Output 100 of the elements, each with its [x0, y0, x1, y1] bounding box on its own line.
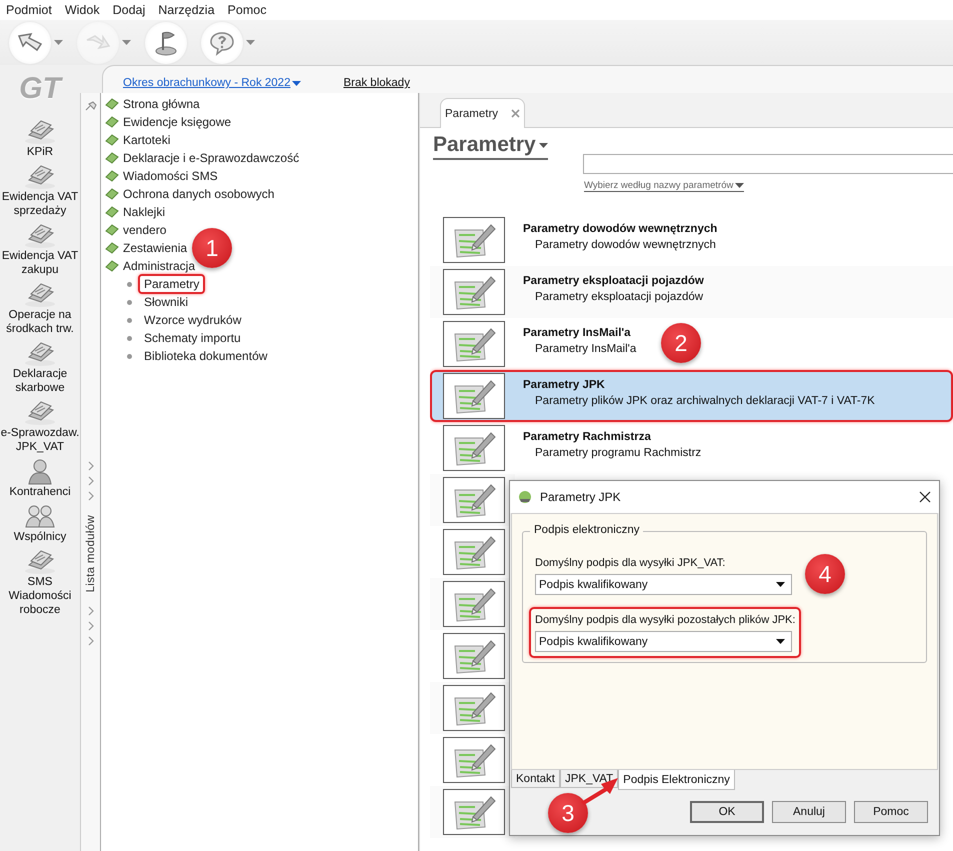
module-button[interactable]: e-Sprawozdaw. JPK_VAT	[0, 398, 80, 454]
dropdown-field[interactable]: Podpis kwalifikowany	[535, 574, 792, 595]
sheet-icon	[105, 206, 119, 218]
dropdown-caret-icon[interactable]	[246, 40, 255, 45]
tree-item[interactable]: vendero	[101, 221, 166, 239]
dialog-button[interactable]: Pomoc	[854, 801, 928, 823]
tab[interactable]: JPK_VAT	[560, 770, 618, 788]
menu-item[interactable]: Dodaj	[110, 3, 152, 17]
menu-item[interactable]: Widok	[62, 3, 107, 17]
parameter-row[interactable]: Parametry eksploatacji pojazdów Parametry eksploatacji pojazdów	[430, 266, 953, 318]
parameter-description: Parametry plików JPK oraz archiwalnych deklaracji VAT-7 i VAT-7K	[534, 395, 875, 407]
tree-item[interactable]: Strona główna	[101, 95, 200, 113]
period-link[interactable]: Okres obrachunkowy - Rok 2022	[123, 77, 302, 89]
app-logo-icon	[518, 490, 532, 504]
module-button[interactable]: Ewidencja VAT sprzedaży	[0, 162, 80, 218]
module-button[interactable]: KPiR	[0, 117, 80, 159]
sheet-pencil-icon	[443, 477, 505, 523]
sheet-icon	[105, 242, 119, 254]
sheet-pencil-icon	[443, 217, 505, 263]
module-button[interactable]: Ewidencja VAT zakupu	[0, 221, 80, 277]
toolbar-button[interactable]	[145, 22, 187, 64]
tab[interactable]: Podpis Elektroniczny	[618, 770, 735, 790]
menu-item[interactable]: Narzędzia	[156, 3, 222, 17]
tree-item[interactable]: Naklejki	[101, 203, 166, 221]
parameter-description: Parametry eksploatacji pojazdów	[534, 291, 704, 303]
toolbar-button[interactable]	[9, 22, 51, 64]
sheet-icon	[105, 152, 119, 164]
chevron-icon[interactable]	[86, 606, 94, 616]
page-heading[interactable]: Parametry	[433, 133, 548, 160]
field-label: Domyślny podpis dla wysyłki JPK_VAT:	[535, 556, 726, 570]
menu-item[interactable]: Pomoc	[226, 3, 274, 17]
caret-icon	[538, 142, 548, 148]
sheet-icon	[105, 188, 119, 200]
sheet-icon	[105, 116, 119, 128]
sheet-pencil-icon	[443, 529, 505, 575]
lock-status-link[interactable]: Brak blokady	[343, 77, 410, 89]
arrow-icon	[17, 32, 43, 54]
dropdown-field[interactable]: Podpis kwalifikowany	[535, 631, 792, 652]
step-badge: 2	[661, 323, 701, 363]
parameter-row[interactable]	[430, 474, 515, 526]
tree-item[interactable]: Zestawienia	[101, 239, 188, 257]
toolbar-button[interactable]	[201, 22, 243, 64]
tree-item[interactable]: Deklaracje i e-Sprawozdawczość	[101, 149, 300, 167]
parameter-row[interactable]: Parametry Rachmistrza Parametry programu Rachmistrz	[430, 422, 953, 474]
sheet-pencil-icon	[443, 581, 505, 627]
bullet-icon	[127, 354, 132, 358]
parameter-row[interactable]	[430, 786, 515, 838]
tree-item[interactable]: Wiadomości SMS	[101, 167, 218, 185]
chevron-icon[interactable]	[86, 621, 94, 632]
sheet-pencil-icon	[443, 321, 505, 367]
search-field[interactable]	[583, 154, 953, 174]
module-list-label[interactable]: Lista modułów	[84, 515, 96, 592]
parameter-title: Parametry eksploatacji pojazdów	[523, 275, 704, 287]
module-button[interactable]: Operacje na środkach trw.	[0, 280, 80, 336]
filter-link[interactable]: Wybierz według nazwy parametrów	[584, 180, 744, 192]
module-button[interactable]: SMS Wiadomości robocze	[0, 547, 80, 617]
tab[interactable]: Kontakt	[511, 770, 560, 788]
tree-item[interactable]: Biblioteka dokumentów	[138, 346, 274, 366]
module-button[interactable]: Wspólnicy	[0, 502, 80, 544]
module-button[interactable]: Kontrahenci	[0, 457, 80, 499]
sheet-pencil-icon	[443, 685, 505, 731]
step-badge: 3	[548, 793, 588, 833]
group-title: Podpis elektroniczny	[530, 524, 644, 536]
close-icon[interactable]	[919, 491, 931, 503]
bullet-icon	[127, 336, 132, 340]
tab[interactable]: Parametry	[440, 98, 525, 128]
parameter-row[interactable]: Parametry dowodów wewnętrznych Parametry dowodów wewnętrznych	[430, 214, 953, 266]
tree-item[interactable]: Ewidencje księgowe	[101, 113, 232, 131]
tree-item[interactable]: Schematy importu	[138, 328, 247, 348]
pin-icon[interactable]	[84, 101, 96, 111]
sheet-icon	[105, 224, 119, 236]
sheet-icon	[105, 260, 119, 272]
bullet-icon	[127, 318, 132, 322]
caret-icon	[776, 639, 785, 644]
bullet-icon	[127, 282, 132, 286]
sheet-icon	[105, 98, 119, 110]
menu-item[interactable]: Podmiot	[4, 3, 59, 17]
sheet-pencil-icon	[443, 633, 505, 679]
chevron-icon[interactable]	[86, 636, 94, 646]
sheet-pencil-icon	[443, 425, 505, 471]
sheet-icon	[105, 134, 119, 146]
caret-icon	[776, 582, 785, 587]
parameter-row[interactable]: Parametry InsMail'a Parametry InsMail'a 2	[430, 318, 953, 370]
parameter-title: Parametry InsMail'a	[523, 327, 632, 339]
parameter-title: Parametry dowodów wewnętrznych	[523, 223, 718, 235]
tree-item[interactable]: Ochrona danych osobowych	[101, 185, 274, 203]
module-button[interactable]: Deklaracje skarbowe	[0, 339, 80, 395]
sheet-pencil-icon	[443, 789, 505, 835]
parameter-description: Parametry InsMail'a	[534, 343, 636, 355]
sheet-pencil-icon	[443, 737, 505, 783]
tree-item[interactable]: Parametry	[138, 274, 206, 294]
tree-item[interactable]: Kartoteki	[101, 131, 170, 149]
tree-item[interactable]: Wzorce wydruków	[138, 310, 248, 330]
dropdown-caret-icon[interactable]	[54, 40, 63, 45]
parameter-title: Parametry JPK	[523, 379, 606, 391]
step-badge: 4	[805, 554, 845, 594]
tree-item[interactable]: Słowniki	[138, 292, 194, 312]
parameter-row[interactable]: Parametry JPK Parametry plików JPK oraz archiwalnych deklaracji VAT-7 i VAT-7K	[430, 370, 953, 422]
dialog-button[interactable]: OK	[690, 801, 764, 823]
dialog-button[interactable]: Anuluj	[772, 801, 846, 823]
